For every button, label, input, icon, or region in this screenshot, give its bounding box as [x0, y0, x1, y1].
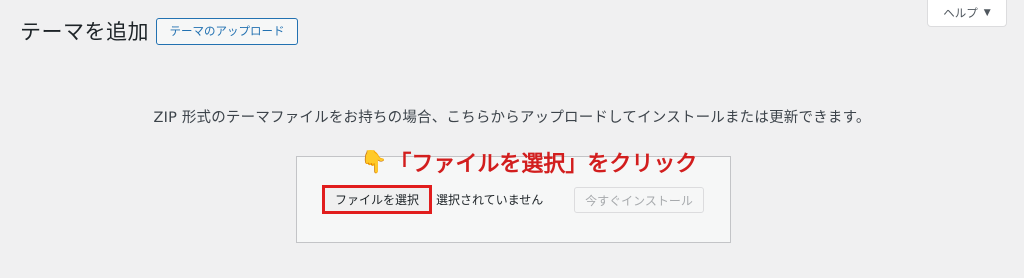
- annotation-text: 「ファイルを選択」をクリック: [389, 152, 698, 177]
- choose-file-button[interactable]: ファイルを選択: [322, 185, 432, 214]
- page-title: テーマを追加: [20, 20, 149, 44]
- help-tab-label: ヘルプ: [943, 6, 978, 20]
- instruction-annotation: 👇 「ファイルを選択」をクリック: [360, 146, 697, 178]
- file-status-text: 選択されていません: [436, 193, 544, 207]
- upload-theme-button[interactable]: テーマのアップロード: [156, 18, 298, 45]
- upload-description: ZIP 形式のテーマファイルをお持ちの場合、こちらからアップロードしてインストー…: [153, 110, 871, 126]
- pointing-down-icon: 👇: [360, 149, 388, 175]
- install-now-button[interactable]: 今すぐインストール: [574, 187, 704, 213]
- caret-down-icon: ▼: [983, 8, 991, 18]
- help-tab[interactable]: ヘルプ ▼: [927, 0, 1007, 27]
